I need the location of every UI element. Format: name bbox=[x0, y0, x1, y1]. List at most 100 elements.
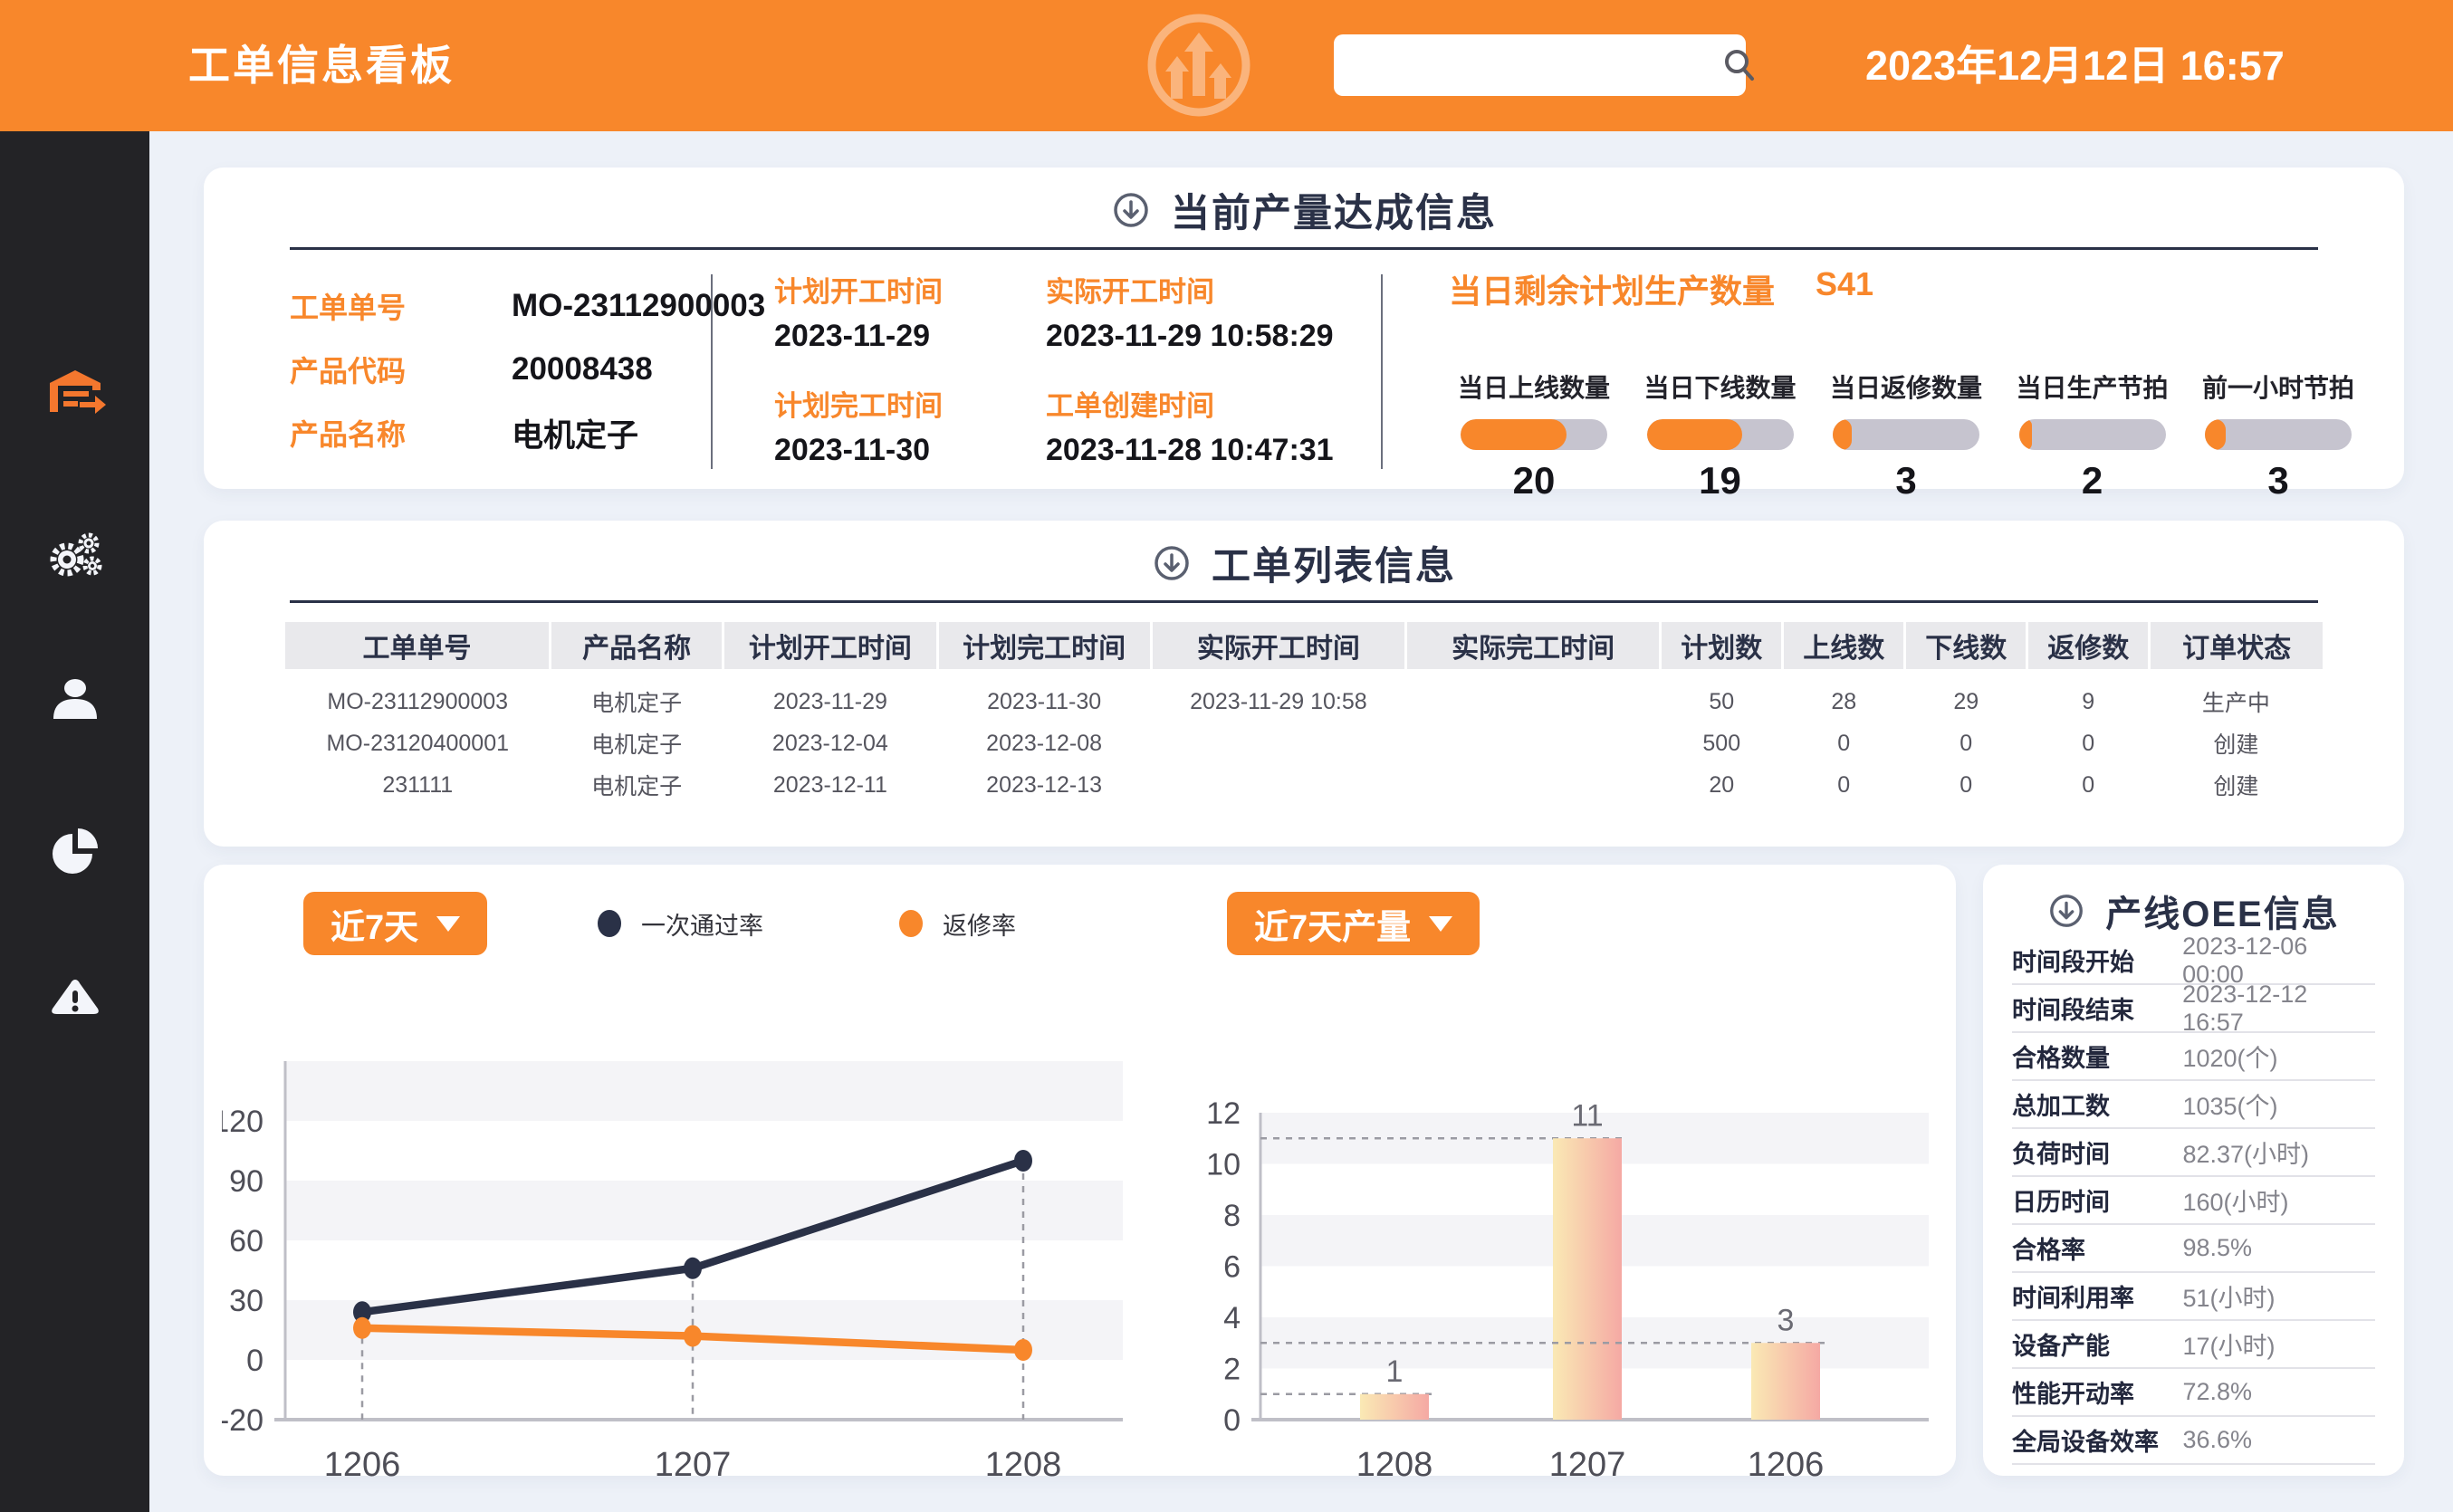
metric-progress-track bbox=[1833, 419, 1979, 450]
oee-value: 51(小时) bbox=[2182, 1278, 2275, 1314]
table-row[interactable]: 231111电机定子2023-12-112023-12-1320000创建 bbox=[285, 764, 2323, 806]
divider bbox=[290, 247, 2318, 250]
settings-gears-icon bbox=[43, 523, 107, 587]
time-value: 2023-11-29 bbox=[774, 319, 1046, 354]
oee-row: 总加工数1035(个) bbox=[2012, 1081, 2375, 1129]
table-cell: 0 bbox=[1905, 764, 2027, 806]
table-row[interactable]: MO-23120400001电机定子2023-12-042023-12-0850… bbox=[285, 723, 2323, 764]
table-cell bbox=[1406, 669, 1661, 723]
sidebar-item-work-order[interactable] bbox=[43, 365, 107, 428]
time-field: 实际开工时间2023-11-29 10:58:29 bbox=[1046, 269, 1426, 354]
y-tick-label: -20 bbox=[222, 1403, 264, 1438]
time-label: 实际开工时间 bbox=[1046, 269, 1426, 310]
search-input[interactable] bbox=[1334, 38, 1720, 92]
data-point[interactable] bbox=[1014, 1339, 1032, 1361]
table-cell bbox=[1406, 764, 1661, 806]
daily-metric: 当日下线数量19 bbox=[1635, 368, 1806, 502]
table-cell: 创建 bbox=[2150, 764, 2323, 806]
bar-period-dropdown[interactable]: 近7天产量 bbox=[1227, 892, 1480, 955]
data-point[interactable] bbox=[353, 1317, 371, 1339]
daily-output-bar-chart: 0246810121113120812071206 bbox=[1204, 978, 1947, 1489]
metric-value: 20 bbox=[1449, 459, 1619, 502]
trend-arrows-logo-icon bbox=[1143, 9, 1256, 122]
sidebar-nav bbox=[0, 131, 149, 1512]
metric-progress-track bbox=[1461, 419, 1607, 450]
divider bbox=[711, 274, 713, 469]
legend-dot bbox=[598, 910, 621, 937]
bar[interactable] bbox=[1751, 1343, 1820, 1420]
legend-item[interactable]: 一次通过率 bbox=[598, 906, 763, 942]
table-cell: 2023-11-30 bbox=[937, 669, 1151, 723]
metric-value: 2 bbox=[2007, 459, 2178, 502]
x-tick-label: 1207 bbox=[655, 1446, 732, 1484]
metric-progress-fill bbox=[1647, 419, 1742, 450]
daily-metric: 当日返修数量3 bbox=[1821, 368, 1991, 502]
table-cell: 231111 bbox=[285, 764, 551, 806]
pass-rate-line-chart: -200306090120120612071208 bbox=[222, 978, 1132, 1489]
oee-value: 36.6% bbox=[2182, 1426, 2252, 1454]
time-label: 计划完工时间 bbox=[774, 383, 1046, 424]
table-cell: 2023-12-11 bbox=[723, 764, 937, 806]
order-table: 工单单号产品名称计划开工时间计划完工时间实际开工时间实际完工时间计划数上线数下线… bbox=[285, 622, 2323, 806]
divider bbox=[1381, 274, 1383, 469]
bar[interactable] bbox=[1360, 1394, 1429, 1420]
daily-metric: 当日上线数量20 bbox=[1449, 368, 1619, 502]
oee-title-row: 产线OEE信息 bbox=[1983, 885, 2404, 937]
table-header-cell: 产品名称 bbox=[551, 622, 723, 669]
data-point[interactable] bbox=[1014, 1150, 1032, 1172]
y-tick-label: 120 bbox=[222, 1105, 264, 1139]
metric-progress-fill bbox=[1833, 419, 1852, 450]
legend-item[interactable]: 返修率 bbox=[899, 906, 1016, 942]
alert-triangle-icon bbox=[43, 967, 107, 1030]
oee-label: 全局设备效率 bbox=[2012, 1422, 2182, 1458]
y-tick-label: 60 bbox=[229, 1224, 264, 1258]
data-point[interactable] bbox=[684, 1325, 702, 1347]
data-point[interactable] bbox=[684, 1258, 702, 1279]
work-order-fields: 工单单号MO-23112900003产品代码20008438产品名称电机定子 bbox=[290, 274, 765, 464]
table-cell: MO-23120400001 bbox=[285, 723, 551, 764]
work-order-times: 计划开工时间2023-11-29实际开工时间2023-11-29 10:58:2… bbox=[774, 269, 1426, 468]
search-icon[interactable] bbox=[1720, 45, 1759, 85]
table-cell: 500 bbox=[1661, 723, 1783, 764]
remaining-plan-value: S41 bbox=[1816, 265, 1873, 312]
oee-value: 72.8% bbox=[2182, 1378, 2252, 1406]
work-order-field: 产品代码20008438 bbox=[290, 338, 765, 401]
bar[interactable] bbox=[1553, 1138, 1622, 1420]
table-cell: 2023-12-04 bbox=[723, 723, 937, 764]
oee-row: 全局设备效率36.6% bbox=[2012, 1417, 2375, 1465]
metric-label: 当日生产节拍 bbox=[2007, 368, 2178, 405]
oee-card-title: 产线OEE信息 bbox=[2105, 885, 2339, 937]
oee-row: 合格数量1020(个) bbox=[2012, 1033, 2375, 1081]
oee-label: 合格率 bbox=[2012, 1230, 2182, 1266]
bar-value-label: 11 bbox=[1571, 1098, 1603, 1133]
field-value: MO-23112900003 bbox=[512, 288, 765, 324]
sidebar-item-alerts[interactable] bbox=[43, 967, 107, 1030]
table-header-cell: 工单单号 bbox=[285, 622, 551, 669]
oee-label: 日历时间 bbox=[2012, 1182, 2182, 1218]
sidebar-item-users[interactable] bbox=[43, 668, 107, 732]
metric-value: 19 bbox=[1635, 459, 1806, 502]
work-order-icon bbox=[43, 365, 107, 428]
oee-row: 负荷时间82.37(小时) bbox=[2012, 1129, 2375, 1177]
y-tick-label: 12 bbox=[1206, 1096, 1241, 1131]
charts-card: 近7天 一次通过率返修率 -200306090120120612071208 近… bbox=[204, 865, 1956, 1476]
oee-row: 设备产能17(小时) bbox=[2012, 1321, 2375, 1369]
time-value: 2023-11-30 bbox=[774, 433, 1046, 468]
chevron-down-icon bbox=[1429, 916, 1452, 932]
sidebar-item-reports[interactable] bbox=[43, 818, 107, 881]
table-cell: 2023-12-08 bbox=[937, 723, 1151, 764]
table-cell: 2023-11-29 10:58 bbox=[1151, 669, 1405, 723]
oee-label: 时间利用率 bbox=[2012, 1278, 2182, 1314]
table-header-row: 工单单号产品名称计划开工时间计划完工时间实际开工时间实际完工时间计划数上线数下线… bbox=[285, 622, 2323, 669]
legend-dot bbox=[899, 910, 923, 937]
oee-row: 合格率98.5% bbox=[2012, 1225, 2375, 1273]
work-order-field: 产品名称电机定子 bbox=[290, 401, 765, 464]
y-tick-label: 8 bbox=[1223, 1199, 1241, 1233]
work-order-field: 工单单号MO-23112900003 bbox=[290, 274, 765, 338]
remaining-plan-label: 当日剩余计划生产数量 bbox=[1449, 265, 1775, 312]
table-row[interactable]: MO-23112900003电机定子2023-11-292023-11-3020… bbox=[285, 669, 2323, 723]
sidebar-item-settings[interactable] bbox=[43, 523, 107, 587]
line-period-dropdown[interactable]: 近7天 bbox=[303, 892, 487, 955]
table-cell: MO-23112900003 bbox=[285, 669, 551, 723]
table-header-cell: 实际开工时间 bbox=[1151, 622, 1405, 669]
